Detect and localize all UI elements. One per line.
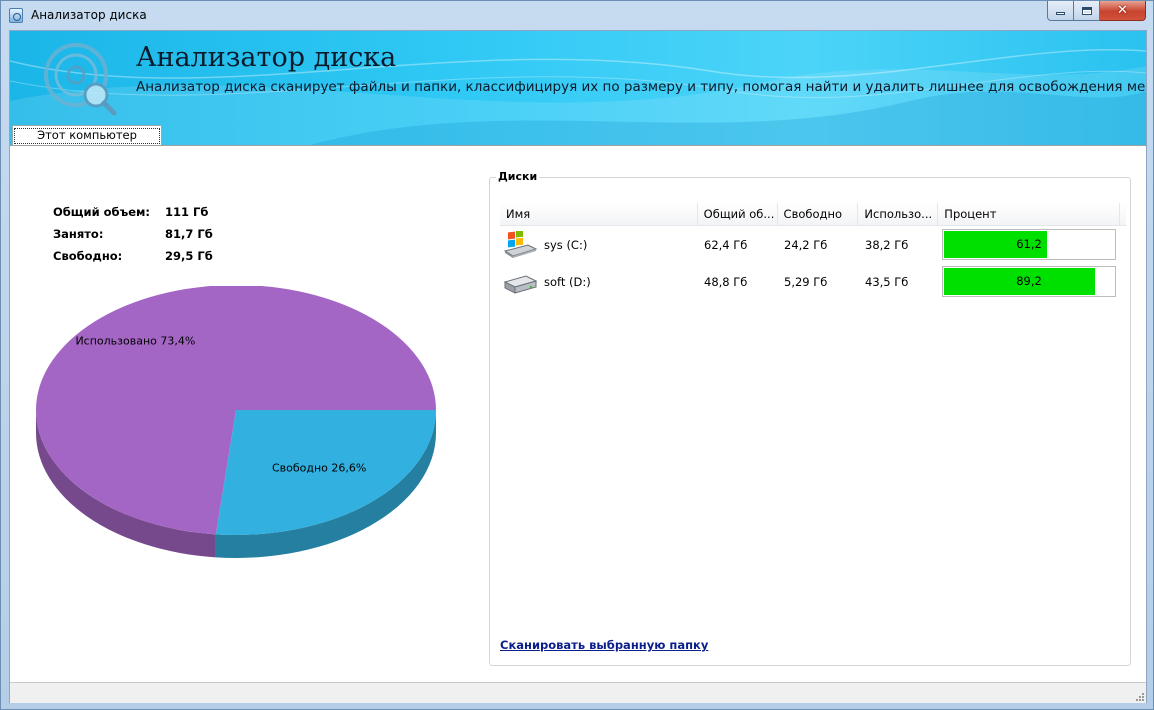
summary-used-row: Занято: 81,7 Гб [53, 223, 213, 245]
summary-used-label: Занято: [53, 227, 104, 241]
banner-title: Анализатор диска [136, 42, 397, 73]
table-row[interactable]: soft (D:) 48,8 Гб 5,29 Гб 43,5 Гб 89,2 [500, 263, 1126, 300]
column-header-total[interactable]: Общий об... [698, 203, 778, 226]
disks-groupbox: Диски Имя Общий об... Свободно Использо.… [489, 170, 1131, 666]
pie-slice-label: Использовано 73,4% [75, 334, 195, 347]
column-header-percent[interactable]: Процент [938, 203, 1120, 226]
tab-this-computer[interactable]: Этот компьютер [12, 125, 162, 145]
cell-used: 43,5 Гб [865, 274, 909, 289]
summary-free-row: Свободно: 29,5 Гб [53, 245, 213, 267]
minimize-button[interactable] [1047, 1, 1074, 21]
maximize-button[interactable] [1074, 1, 1100, 21]
percent-bar: 89,2 [942, 266, 1116, 297]
table-row[interactable]: sys (C:) 62,4 Гб 24,2 Гб 38,2 Гб 61,2 [500, 226, 1126, 263]
scan-selected-folder-link[interactable]: Сканировать выбранную папку [500, 638, 708, 652]
summary-total-value: 111 Гб [165, 205, 209, 219]
cell-free: 24,2 Гб [784, 237, 828, 252]
banner-description: Анализатор диска сканирует файлы и папки… [136, 79, 1146, 95]
header-banner: Анализатор диска Анализатор диска сканир… [10, 31, 1146, 145]
status-bar [10, 682, 1146, 703]
summary-free-label: Свободно: [53, 249, 123, 263]
cell-percent: 89,2 [939, 266, 1121, 297]
cell-percent: 61,2 [939, 229, 1121, 260]
resize-grip-icon[interactable] [1135, 692, 1145, 702]
cell-total: 62,4 Гб [704, 237, 748, 252]
column-header-name[interactable]: Имя [500, 203, 698, 226]
disk-summary: Общий объем: 111 Гб Занято: 81,7 Гб Своб… [53, 201, 213, 267]
disks-table[interactable]: Имя Общий об... Свободно Использо... Про… [500, 203, 1126, 300]
disks-group-title: Диски [496, 170, 540, 183]
cell-name: sys (C:) [500, 230, 698, 259]
app-window: Анализатор диска ✕ Анализатор диска Анал… [0, 0, 1154, 710]
column-header-filler [1120, 203, 1126, 226]
maximize-icon [1081, 6, 1092, 15]
percent-bar: 61,2 [942, 229, 1116, 260]
title-bar[interactable]: Анализатор диска ✕ [1, 1, 1153, 30]
summary-total-label: Общий объем: [53, 205, 151, 219]
percent-label: 89,2 [1016, 274, 1042, 288]
app-icon [9, 8, 23, 23]
client-area: Анализатор диска Анализатор диска сканир… [9, 30, 1147, 703]
pie-slice-label: Свободно 26,6% [272, 461, 366, 474]
tab-focus-rect [14, 128, 160, 144]
cell-free: 5,29 Гб [784, 274, 828, 289]
main-panel: Общий объем: 111 Гб Занято: 81,7 Гб Своб… [10, 145, 1146, 682]
hard-drive-icon [503, 274, 538, 294]
drive-name: sys (C:) [544, 237, 588, 252]
table-header: Имя Общий об... Свободно Использо... Про… [500, 203, 1126, 226]
drive-name: soft (D:) [544, 274, 591, 289]
cell-used: 38,2 Гб [865, 237, 909, 252]
close-icon: ✕ [1117, 3, 1128, 18]
close-button[interactable]: ✕ [1100, 1, 1146, 21]
windows-drive-icon [503, 230, 538, 258]
cell-name: soft (D:) [500, 268, 698, 296]
summary-free-value: 29,5 Гб [165, 249, 213, 263]
cell-total: 48,8 Гб [704, 274, 748, 289]
column-header-free[interactable]: Свободно [778, 203, 859, 226]
column-header-used[interactable]: Использо... [858, 203, 939, 226]
summary-total-row: Общий объем: 111 Гб [53, 201, 213, 223]
usage-pie-chart: Использовано 73,4% Свободно 26,6% [36, 286, 436, 558]
caption-buttons: ✕ [1047, 1, 1146, 21]
summary-used-value: 81,7 Гб [165, 227, 213, 241]
disk-analyzer-logo-icon [44, 43, 117, 116]
minimize-icon [1056, 12, 1065, 15]
window-title: Анализатор диска [31, 8, 147, 22]
percent-label: 61,2 [1016, 237, 1042, 251]
